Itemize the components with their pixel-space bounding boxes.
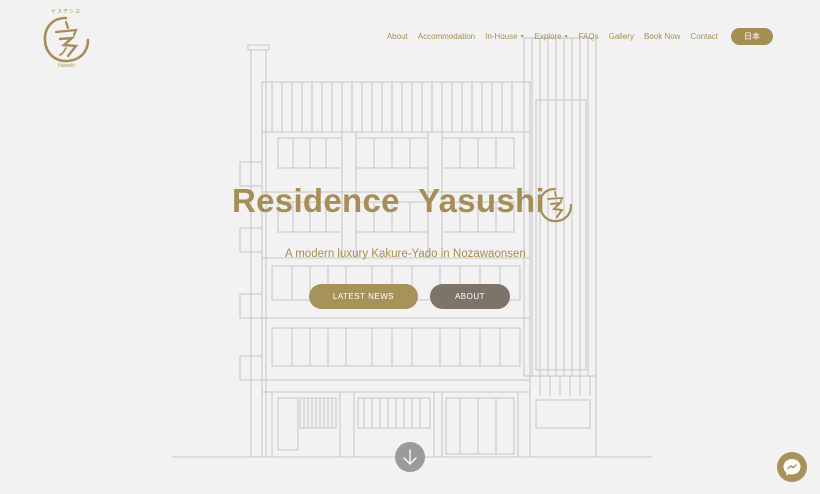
nav-faqs[interactable]: FAQs [574, 32, 604, 41]
latest-news-button[interactable]: LATEST NEWS [309, 284, 418, 309]
nav-label: Contact [690, 32, 718, 41]
arrow-down-icon [403, 449, 417, 465]
nav-label: In-House [485, 32, 518, 41]
hero-title-text: Residence Yasushi [232, 182, 545, 219]
caret-down-icon: ▼ [519, 33, 525, 40]
hero-subtitle: A modern luxury Kakure-Yado in Nozawaons… [285, 248, 526, 260]
logo-brush-mark-icon [43, 16, 90, 63]
brand-mark-icon [538, 187, 573, 223]
building-illustration [172, 37, 652, 458]
messenger-chat-button[interactable] [777, 452, 807, 482]
messenger-icon [783, 459, 801, 476]
main-nav: About Accommodation In-House ▼ Explore ▼ F… [382, 28, 773, 45]
nav-contact[interactable]: Contact [685, 32, 723, 41]
hero-title: Residence Yasushi [232, 182, 545, 220]
nav-label: Accommodation [417, 32, 476, 41]
nav-label: FAQs [578, 32, 599, 41]
site-logo[interactable]: ヤスヂシヨ Yasushi [38, 8, 94, 69]
nav-label: Explore [534, 32, 562, 41]
nav-label: Gallery [608, 32, 634, 41]
nav-in-house[interactable]: In-House ▼ [480, 32, 529, 41]
logo-name: Yasushi [57, 63, 75, 69]
nav-label: Book Now [643, 32, 681, 41]
page: ヤスヂシヨ Yasushi About Accommodation In-Hou… [0, 0, 820, 494]
nav-label: About [386, 32, 408, 41]
about-button[interactable]: ABOUT [430, 284, 510, 309]
nav-gallery[interactable]: Gallery [604, 32, 639, 41]
nav-about[interactable]: About [382, 32, 413, 41]
nav-accommodation[interactable]: Accommodation [413, 32, 480, 41]
scroll-down-button[interactable] [395, 442, 425, 472]
nav-book-now[interactable]: Book Now [639, 32, 685, 41]
language-toggle-button[interactable]: 日本 [731, 28, 773, 45]
nav-explore[interactable]: Explore ▼ [530, 32, 574, 41]
caret-down-icon: ▼ [563, 33, 569, 40]
